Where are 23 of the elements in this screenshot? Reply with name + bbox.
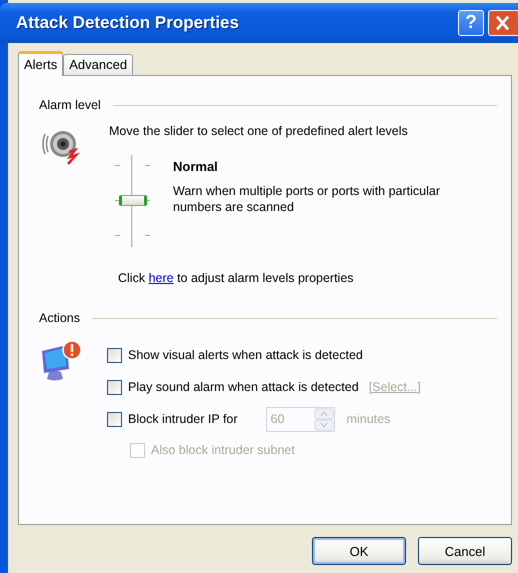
unit-label: minutes <box>346 412 390 426</box>
instruction-text: Move the slider to select one of predefined alert levels <box>109 124 409 138</box>
dialog-button[interactable]: Cancel <box>418 537 512 565</box>
slider-thumb[interactable] <box>119 195 147 206</box>
level-description: Warn when multiple ports or ports with particular numbers are scanned <box>173 183 441 216</box>
dialog-button[interactable]: OK <box>312 537 406 565</box>
group-heading: Alarm level <box>39 98 101 112</box>
checkbox[interactable] <box>107 412 122 426</box>
tab[interactable]: Advanced <box>63 54 134 75</box>
close-icon[interactable] <box>488 10 518 36</box>
group-heading: Actions <box>39 311 80 325</box>
tab[interactable]: Alerts <box>18 51 64 76</box>
checkbox-label: Play sound alarm when attack is detected <box>128 380 359 394</box>
checkbox-label: Also block intruder subnet <box>151 443 295 457</box>
monitor-alert-icon <box>39 339 83 383</box>
link-sentence: Click here to adjust alarm levels properties <box>118 271 355 285</box>
checkbox-label: Block intruder IP for <box>128 412 238 426</box>
checkbox-label: Show visual alerts when attack is detected <box>128 348 363 362</box>
level-name: Normal <box>173 159 219 174</box>
checkbox[interactable] <box>107 380 122 394</box>
here-link[interactable]: here <box>148 271 174 285</box>
window-title: Attack Detection Properties <box>16 13 240 33</box>
checkbox[interactable] <box>107 348 122 362</box>
